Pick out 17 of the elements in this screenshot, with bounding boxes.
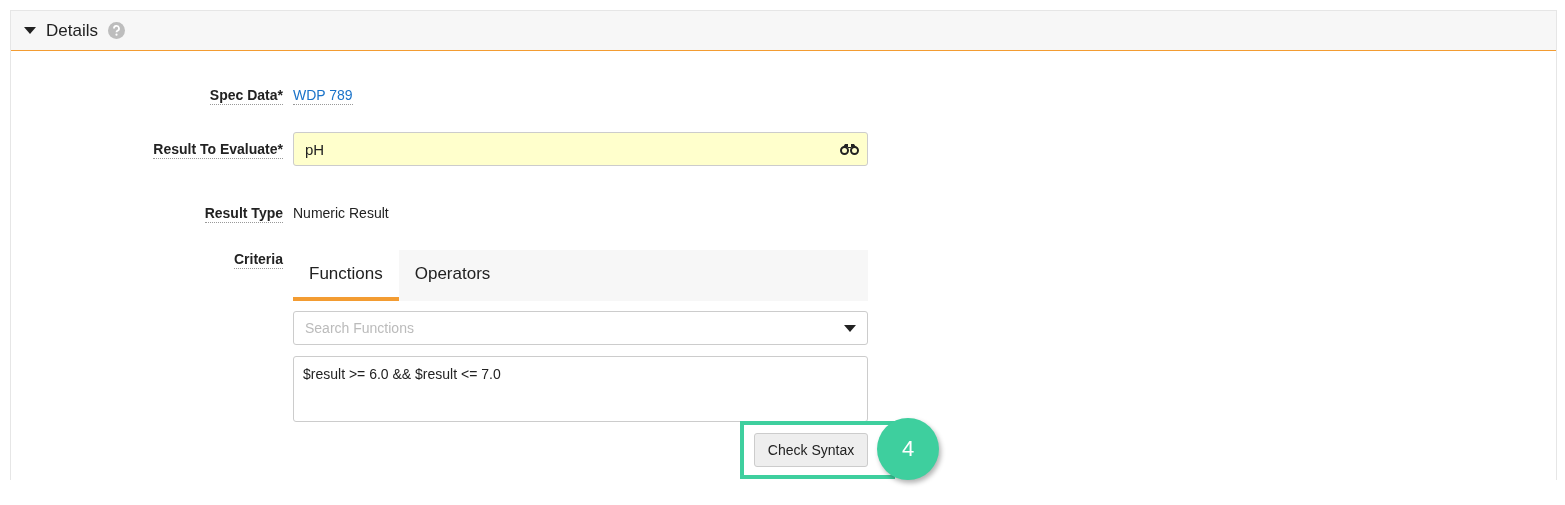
expression-field[interactable]: $result >= 6.0 && $result <= 7.0 (293, 356, 868, 422)
result-lookup-field[interactable]: pH (293, 132, 868, 166)
criteria-tab[interactable]: Functions (293, 250, 399, 301)
search-placeholder: Search Functions (305, 320, 415, 336)
field-value: pH (305, 140, 325, 158)
panel-header[interactable]: Details (11, 11, 1556, 51)
binoculars-icon[interactable] (840, 143, 859, 155)
result-type-value: Numeric Result (293, 205, 389, 221)
spec-data-link[interactable]: WDP 789 (293, 86, 353, 105)
field-label: Criteria (233, 250, 283, 269)
caret-icon (844, 324, 856, 332)
field-label: Result Type (204, 204, 283, 223)
field-label: Spec Data* (209, 86, 283, 105)
check-syntax-button[interactable]: Check Syntax (754, 433, 868, 467)
step-badge: 4 (877, 418, 939, 480)
panel-title: Details (46, 20, 98, 41)
field-label: Result To Evaluate* (153, 140, 283, 159)
